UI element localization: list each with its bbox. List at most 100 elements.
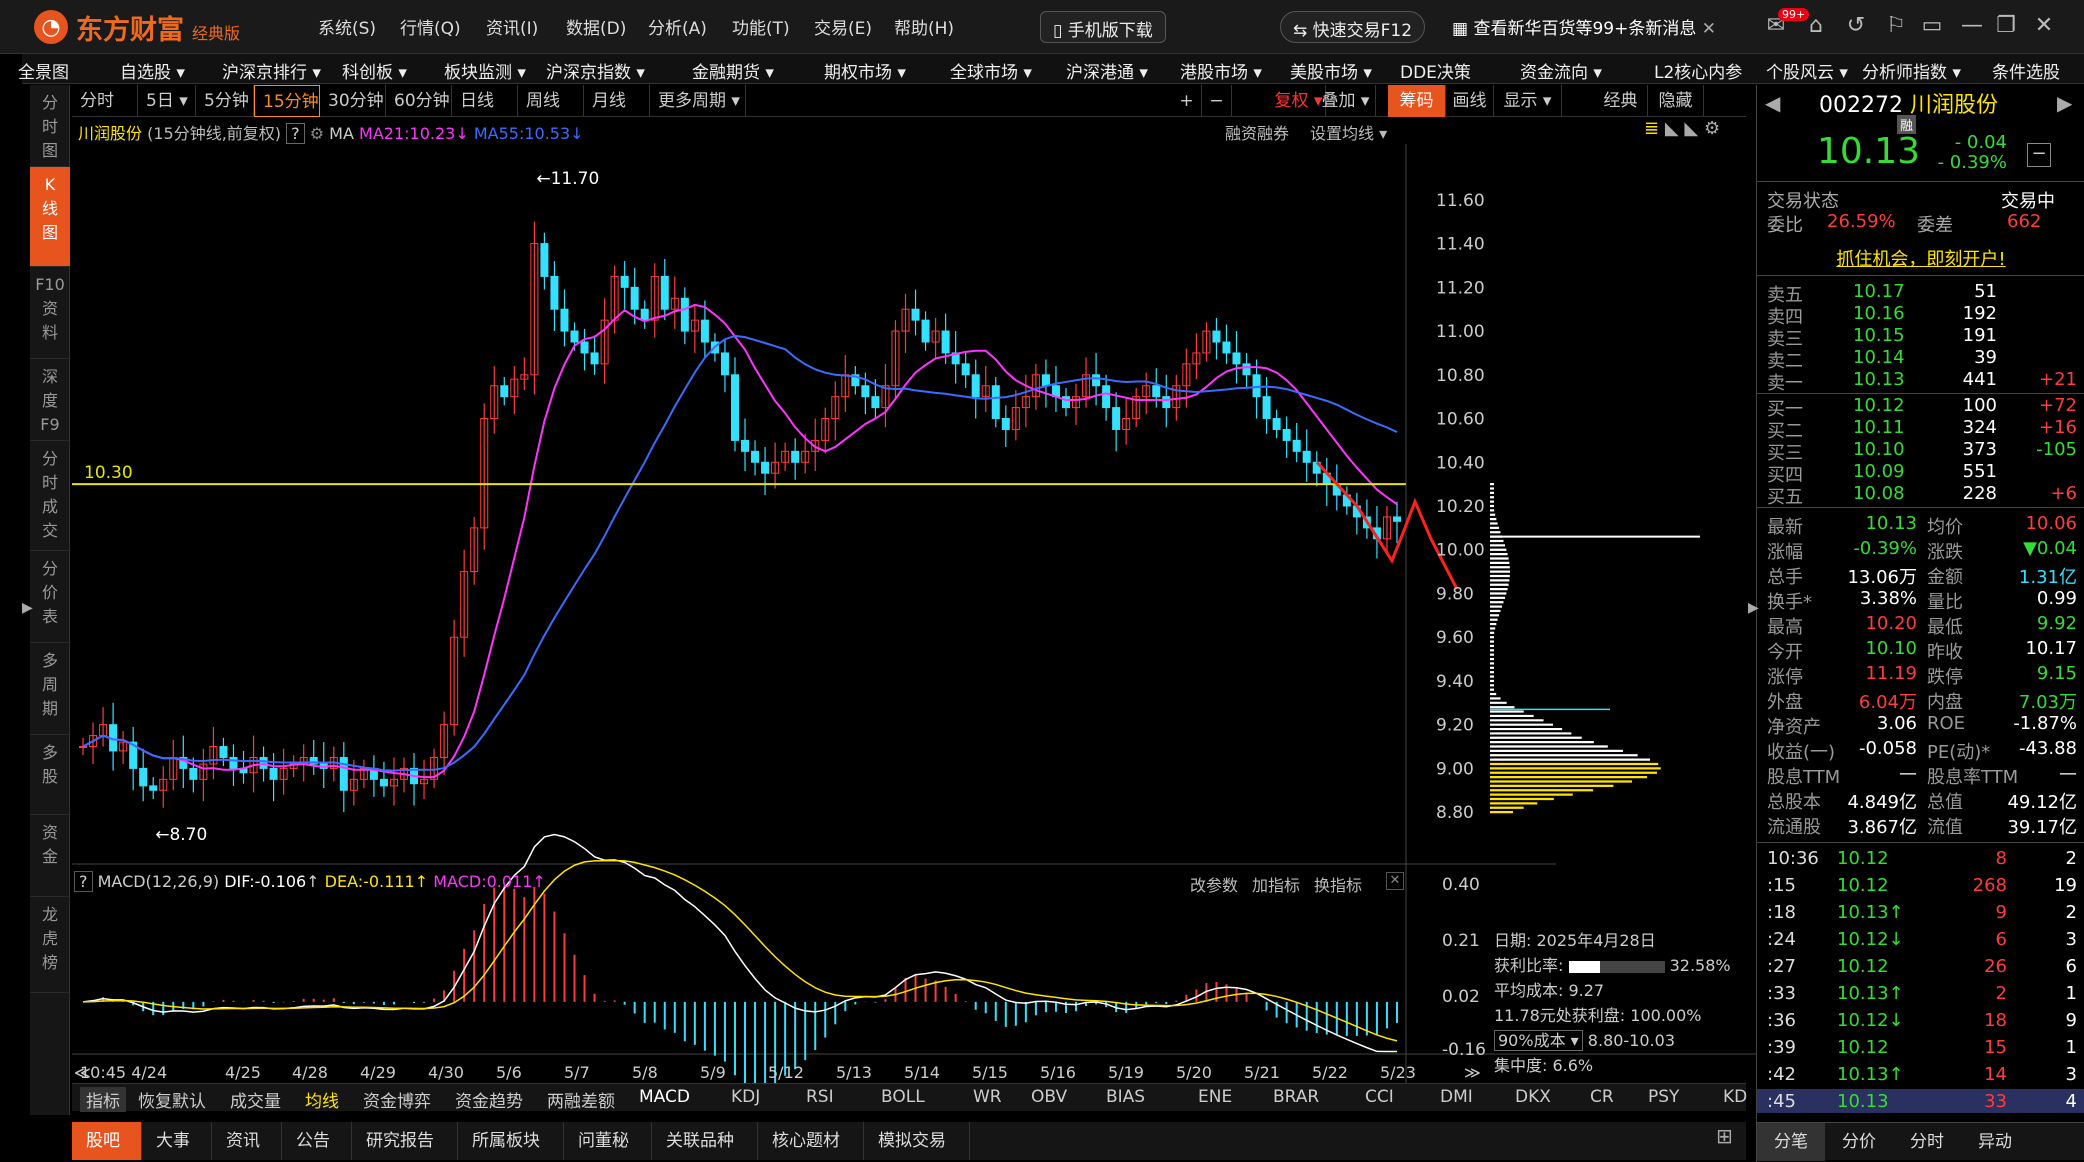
nav-item-9[interactable]: 沪深港通 ▾ <box>1066 58 1148 83</box>
indicator-17[interactable]: DMI <box>1440 1087 1473 1107</box>
indicator-3[interactable]: 均线 <box>305 1087 339 1112</box>
period-7[interactable]: 周线 <box>518 85 584 117</box>
macd-control-1[interactable]: 加指标 <box>1252 876 1300 895</box>
quote-tab-2[interactable]: 分时 <box>1893 1123 1961 1161</box>
indicator-15[interactable]: BRAR <box>1273 1087 1319 1107</box>
prev-stock-icon[interactable]: ◀ <box>1765 91 1780 115</box>
indicator-9[interactable]: RSI <box>806 1087 834 1107</box>
quick-trade-button[interactable]: ⇆ 快速交易F12 <box>1280 11 1426 43</box>
macd-control-2[interactable]: 换指标 <box>1314 876 1362 895</box>
menu-item-3[interactable]: 数据(D) <box>566 14 626 39</box>
left-tab-2[interactable]: F10 资 料 <box>30 267 70 359</box>
bottom-tab-0[interactable]: 股吧 <box>72 1122 142 1160</box>
close-icon[interactable]: ✕ <box>2030 12 2058 40</box>
quote-tab-0[interactable]: 分笔 <box>1757 1123 1825 1161</box>
nav-item-14[interactable]: L2核心内参 <box>1654 58 1742 83</box>
bottom-tab-7[interactable]: 关联品种 <box>652 1122 758 1160</box>
quote-tab-1[interactable]: 分价 <box>1825 1123 1893 1161</box>
menu-item-4[interactable]: 分析(A) <box>648 14 707 39</box>
period-9[interactable]: 更多周期 ▾ <box>650 85 746 117</box>
tool-5[interactable]: 画线 <box>1446 85 1494 117</box>
indicator-19[interactable]: CR <box>1590 1087 1614 1107</box>
nav-item-10[interactable]: 港股市场 ▾ <box>1180 58 1262 83</box>
nav-item-8[interactable]: 全球市场 ▾ <box>950 58 1032 83</box>
nav-item-15[interactable]: 个股风云 ▾ <box>1766 58 1848 83</box>
left-tab-7[interactable]: 多 股 <box>30 735 70 815</box>
indicator-13[interactable]: BIAS <box>1106 1087 1145 1107</box>
period-3[interactable]: 15分钟 <box>254 85 320 117</box>
left-tab-4[interactable]: 分 时 成 交 <box>30 441 70 551</box>
bottom-tab-3[interactable]: 公告 <box>282 1122 352 1160</box>
menu-item-6[interactable]: 交易(E) <box>814 14 872 39</box>
nav-item-7[interactable]: 期权市场 ▾ <box>824 58 906 83</box>
tool-1[interactable]: − <box>1202 85 1232 117</box>
indicator-11[interactable]: WR <box>973 1087 1002 1107</box>
mobile-download-button[interactable]: ▯ 手机版下载 <box>1040 11 1166 43</box>
margin-trading-link[interactable]: 融资融券 <box>1225 120 1289 144</box>
menu-item-2[interactable]: 资讯(I) <box>486 14 538 39</box>
minimize-icon[interactable]: — <box>1958 12 1986 40</box>
layout-icon[interactable]: ▭ <box>1918 12 1946 40</box>
scroll-left-icon[interactable]: ≪ <box>74 1063 91 1082</box>
bottom-tab-6[interactable]: 问董秘 <box>564 1122 652 1160</box>
cost-range-select[interactable]: 90%成本 ▾ <box>1494 1030 1583 1051</box>
indicator-5[interactable]: 资金趋势 <box>455 1087 523 1112</box>
settings-icon[interactable]: ⚙ <box>310 124 324 143</box>
tool-4[interactable]: 筹码 <box>1388 85 1446 117</box>
menu-item-0[interactable]: 系统(S) <box>318 14 376 39</box>
nav-item-17[interactable]: 条件选股 <box>1992 58 2060 83</box>
news-ticker[interactable]: ▦ 查看新华百货等99+条新消息 ✕ <box>1452 14 1716 39</box>
indicator-18[interactable]: DKX <box>1515 1087 1551 1107</box>
home-icon[interactable]: ⌂ <box>1802 12 1830 40</box>
help-icon[interactable]: ? <box>286 123 305 144</box>
period-0[interactable]: 分时 <box>72 85 138 117</box>
bottom-tab-9[interactable]: 模拟交易 <box>864 1122 970 1160</box>
period-1[interactable]: 5日 ▾ <box>138 85 196 117</box>
bottom-tab-5[interactable]: 所属板块 <box>458 1122 564 1160</box>
indicator-12[interactable]: OBV <box>1031 1087 1067 1107</box>
indicator-6[interactable]: 两融差额 <box>547 1087 615 1112</box>
remove-watchlist-button[interactable]: − <box>2027 143 2051 167</box>
indicator-10[interactable]: BOLL <box>881 1087 925 1107</box>
indicator-2[interactable]: 成交量 <box>230 1087 281 1112</box>
period-6[interactable]: 日线 <box>452 85 518 117</box>
nav-item-4[interactable]: 板块监测 ▾ <box>444 58 526 83</box>
nav-item-12[interactable]: DDE决策 <box>1400 58 1471 83</box>
left-tab-1[interactable]: K 线 图 <box>30 167 70 267</box>
next-stock-icon[interactable]: ▶ <box>2057 91 2072 115</box>
macd-control-0[interactable]: 改参数 <box>1190 876 1238 895</box>
menu-item-1[interactable]: 行情(Q) <box>400 14 461 39</box>
indicator-4[interactable]: 资金博弈 <box>363 1087 431 1112</box>
macd-help-icon[interactable]: ? <box>74 871 93 892</box>
indicator-14[interactable]: ENE <box>1198 1087 1232 1107</box>
quote-tab-3[interactable]: 异动 <box>1961 1123 2029 1161</box>
menu-item-5[interactable]: 功能(T) <box>732 14 790 39</box>
menu-item-7[interactable]: 帮助(H) <box>894 14 954 39</box>
scroll-right-icon[interactable]: ≫ <box>1464 1063 1481 1082</box>
indicator-7[interactable]: MACD <box>639 1087 690 1107</box>
left-tab-9[interactable]: 龙 虎 榜 <box>30 897 70 993</box>
collapse-right-icon[interactable]: ▶ <box>1748 600 1759 616</box>
nav-item-11[interactable]: 美股市场 ▾ <box>1290 58 1372 83</box>
bottom-tab-2[interactable]: 资讯 <box>212 1122 282 1160</box>
nav-item-5[interactable]: 沪深京指数 ▾ <box>546 58 645 83</box>
maximize-icon[interactable]: ❐ <box>1992 12 2020 40</box>
nav-item-2[interactable]: 沪深京排行 ▾ <box>222 58 321 83</box>
tool-0[interactable]: + <box>1172 85 1202 117</box>
left-tab-6[interactable]: 多 周 期 <box>30 643 70 735</box>
tool-6[interactable]: 显示 ▾ <box>1494 85 1562 117</box>
indicator-16[interactable]: CCI <box>1365 1087 1394 1107</box>
skin-icon[interactable]: ⚐ <box>1882 12 1910 40</box>
nav-item-13[interactable]: 资金流向 ▾ <box>1520 58 1602 83</box>
macd-close-icon[interactable]: ✕ <box>1386 872 1404 890</box>
indicator-1[interactable]: 恢复默认 <box>138 1087 206 1112</box>
nav-item-3[interactable]: 科创板 ▾ <box>342 58 407 83</box>
bottom-tab-4[interactable]: 研究报告 <box>352 1122 458 1160</box>
tool-3[interactable]: 叠加 ▾ <box>1316 85 1376 117</box>
bottom-tab-1[interactable]: 大事 <box>142 1122 212 1160</box>
indicator-8[interactable]: KDJ <box>731 1087 760 1107</box>
nav-item-0[interactable]: 全景图 <box>18 58 69 83</box>
period-8[interactable]: 月线 <box>584 85 650 117</box>
indicator-21[interactable]: KD <box>1723 1087 1747 1107</box>
period-5[interactable]: 60分钟 <box>386 85 452 117</box>
